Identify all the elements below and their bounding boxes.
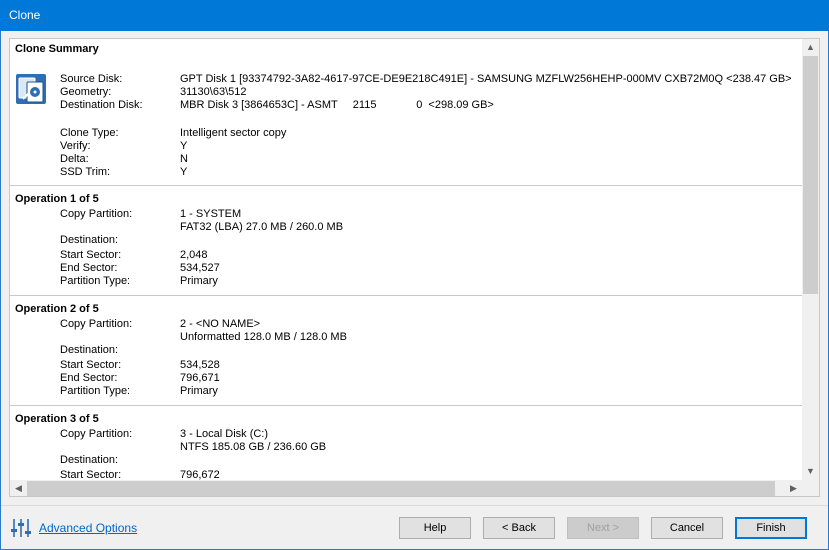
ssd-trim-value: Y	[180, 166, 188, 178]
partition-type-label: Partition Type:	[60, 275, 131, 287]
end-sector-label: End Sector:	[60, 262, 118, 274]
partition-detail-value: FAT32 (LBA) 27.0 MB / 260.0 MB	[180, 221, 344, 233]
horizontal-scrollbar[interactable]: ◀ ▶	[10, 480, 802, 496]
destination-disk-label: Destination Disk:	[60, 99, 143, 111]
start-sector-value: 2,048	[180, 249, 208, 261]
verify-label: Verify:	[60, 140, 91, 152]
back-button[interactable]: < Back	[483, 517, 555, 539]
scrollbar-corner	[802, 480, 819, 496]
window-title: Clone	[0, 0, 829, 31]
dialog-frame: Clone Summary Source Disk: GPT Disk 1 [9…	[0, 31, 829, 550]
geometry-value: 31130\63\512	[180, 86, 247, 98]
start-sector-label: Start Sector:	[60, 249, 122, 261]
summary-panel: Clone Summary Source Disk: GPT Disk 1 [9…	[9, 38, 820, 497]
operation-3-section: Operation 3 of 5 Copy Partition: 3 - Loc…	[10, 406, 802, 480]
ssd-trim-label: SSD Trim:	[60, 166, 111, 178]
copy-partition-value: 1 - SYSTEM	[180, 208, 242, 220]
operation-1-section: Operation 1 of 5 Copy Partition: 1 - SYS…	[10, 186, 802, 296]
vertical-scroll-thumb[interactable]	[803, 56, 818, 294]
summary-scroll-area: Clone Summary Source Disk: GPT Disk 1 [9…	[10, 39, 802, 480]
operation-3-title: Operation 3 of 5	[15, 413, 99, 425]
clone-type-value: Intelligent sector copy	[180, 127, 287, 139]
source-disk-label: Source Disk:	[60, 73, 123, 85]
advanced-options-link[interactable]: Advanced Options	[39, 521, 137, 535]
operation-2-title: Operation 2 of 5	[15, 303, 99, 315]
operation-2-section: Operation 2 of 5 Copy Partition: 2 - <NO…	[10, 296, 802, 406]
footer-separator	[1, 505, 828, 506]
partition-detail-value: NTFS 185.08 GB / 236.60 GB	[180, 441, 327, 453]
copy-partition-label: Copy Partition:	[60, 428, 133, 440]
disk-clone-icon	[16, 74, 46, 104]
geometry-label: Geometry:	[60, 86, 112, 98]
start-sector-label: Start Sector:	[60, 359, 122, 371]
clone-summary-section: Clone Summary Source Disk: GPT Disk 1 [9…	[10, 39, 802, 186]
clone-type-label: Clone Type:	[60, 127, 119, 139]
destination-disk-value: MBR Disk 3 [3864653C] - ASMT 2115 0 <298…	[180, 99, 494, 111]
delta-value: N	[180, 153, 188, 165]
delta-label: Delta:	[60, 153, 89, 165]
scroll-down-icon[interactable]: ▼	[802, 463, 819, 480]
partition-type-value: Primary	[180, 275, 218, 287]
horizontal-scroll-thumb[interactable]	[27, 481, 775, 496]
start-sector-value: 796,672	[180, 469, 220, 480]
end-sector-label: End Sector:	[60, 372, 118, 384]
operation-1-title: Operation 1 of 5	[15, 193, 99, 205]
partition-type-value: Primary	[180, 385, 218, 397]
sliders-icon[interactable]	[9, 516, 33, 540]
partition-type-label: Partition Type:	[60, 385, 131, 397]
end-sector-value: 796,671	[180, 372, 220, 384]
scroll-left-icon[interactable]: ◀	[10, 480, 27, 496]
scroll-up-icon[interactable]: ▲	[802, 39, 819, 56]
start-sector-value: 534,528	[180, 359, 220, 371]
destination-label: Destination:	[60, 234, 119, 246]
end-sector-value: 534,527	[180, 262, 220, 274]
finish-button[interactable]: Finish	[735, 517, 807, 539]
destination-label: Destination:	[60, 344, 119, 356]
copy-partition-value: 2 - <NO NAME>	[180, 318, 261, 330]
clone-summary-title: Clone Summary	[15, 43, 99, 55]
destination-label: Destination:	[60, 454, 119, 466]
scroll-right-icon[interactable]: ▶	[785, 480, 802, 496]
copy-partition-value: 3 - Local Disk (C:)	[180, 428, 269, 440]
help-button[interactable]: Help	[399, 517, 471, 539]
copy-partition-label: Copy Partition:	[60, 208, 133, 220]
start-sector-label: Start Sector:	[60, 469, 122, 480]
cancel-button[interactable]: Cancel	[651, 517, 723, 539]
copy-partition-label: Copy Partition:	[60, 318, 133, 330]
partition-detail-value: Unformatted 128.0 MB / 128.0 MB	[180, 331, 347, 343]
source-disk-value: GPT Disk 1 [93374792-3A82-4617-97CE-DE9E…	[180, 73, 792, 85]
next-button[interactable]: Next >	[567, 517, 639, 539]
verify-value: Y	[180, 140, 188, 152]
vertical-scrollbar[interactable]: ▲ ▼	[802, 39, 819, 480]
